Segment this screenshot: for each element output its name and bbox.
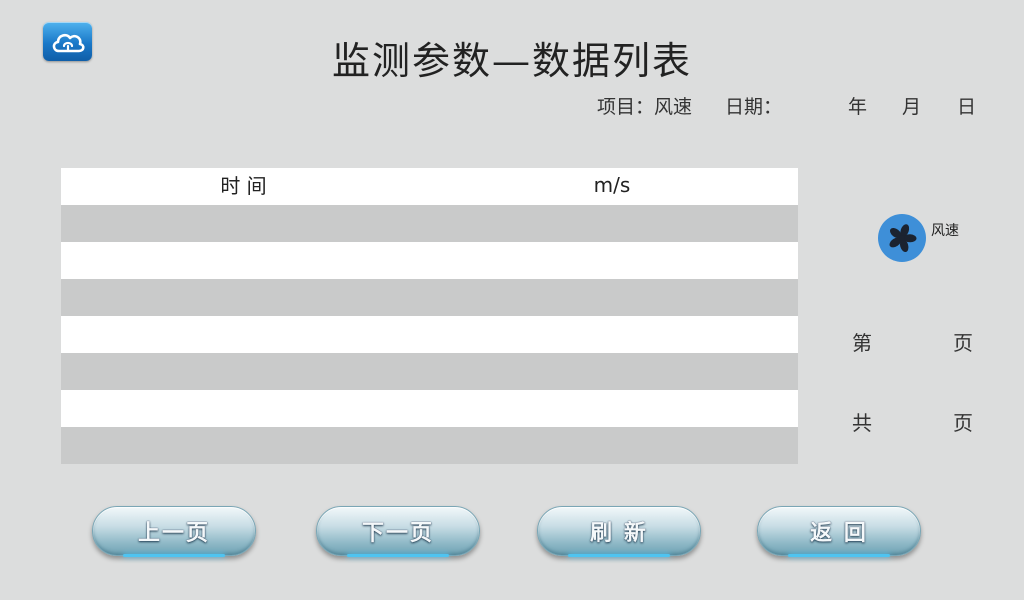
table-row: [61, 316, 798, 353]
page-suffix: 页: [953, 331, 973, 355]
table-cell-time: [61, 205, 426, 242]
table-cell-value: [426, 279, 798, 316]
table-cell-value: [426, 353, 798, 390]
column-header-value: m/s: [593, 173, 631, 197]
table-row: [61, 279, 798, 316]
total-suffix: 页: [953, 411, 973, 435]
page-title: 监测参数—数据列表: [331, 39, 692, 83]
refresh-label: 刷 新: [590, 521, 648, 546]
month-label: 月: [902, 96, 922, 118]
table-cell-value: [426, 242, 798, 279]
next-page-label: 下一页: [361, 521, 434, 546]
back-button[interactable]: 返 回: [757, 506, 921, 557]
data-table: 时 间 m/s: [61, 168, 798, 464]
date-label: 日期：: [725, 96, 783, 118]
prev-page-button[interactable]: 上一页: [92, 506, 256, 557]
table-row: [61, 427, 798, 464]
column-header-time: 时 间: [220, 174, 267, 198]
table-cell-time: [61, 242, 426, 279]
fan-icon[interactable]: [878, 214, 926, 262]
back-label: 返 回: [810, 521, 868, 546]
table-cell-value: [426, 390, 798, 427]
table-row: [61, 353, 798, 390]
refresh-button[interactable]: 刷 新: [537, 506, 701, 557]
total-prefix: 共: [852, 411, 872, 435]
year-label: 年: [848, 96, 868, 118]
next-page-button[interactable]: 下一页: [316, 506, 480, 557]
project-label: 项目：风速: [597, 96, 693, 118]
table-cell-time: [61, 427, 426, 464]
page-prefix: 第: [852, 331, 872, 355]
day-label: 日: [957, 96, 977, 118]
table-cell-value: [426, 205, 798, 242]
table-cell-time: [61, 390, 426, 427]
table-cell-time: [61, 279, 426, 316]
table-cell-time: [61, 316, 426, 353]
table-header-row: 时 间 m/s: [61, 168, 798, 205]
table-cell-value: [426, 427, 798, 464]
sensor-label: 风速: [931, 223, 959, 239]
table-row: [61, 205, 798, 242]
prev-page-label: 上一页: [137, 521, 210, 546]
table-row: [61, 390, 798, 427]
table-row: [61, 242, 798, 279]
table-cell-time: [61, 353, 426, 390]
table-cell-value: [426, 316, 798, 353]
